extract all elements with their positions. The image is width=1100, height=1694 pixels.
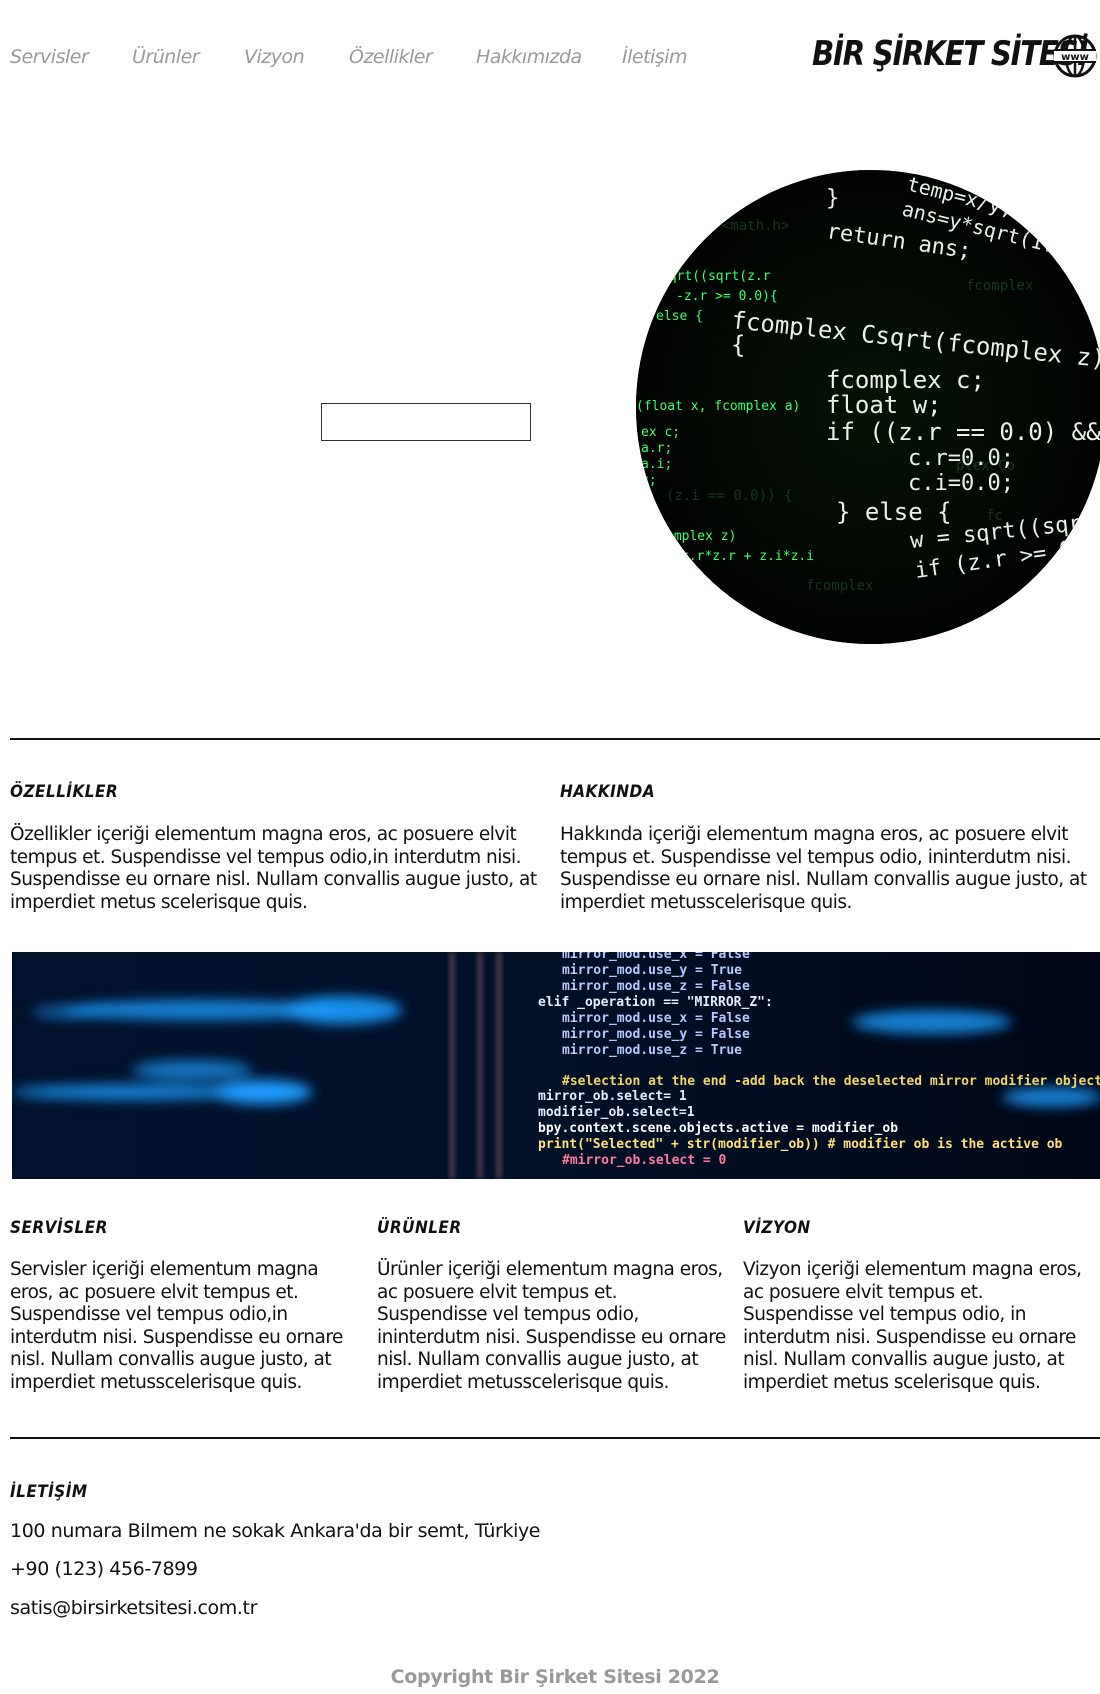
svg-text:c;: c; (641, 473, 657, 488)
svg-text:www: www (1061, 52, 1089, 63)
banner-code-line: mirror_mod.use_x = False (562, 1011, 750, 1026)
banner-code-line: bpy.context.scene.objects.active = modif… (538, 1121, 898, 1136)
hero-code-line: } else { (836, 498, 952, 526)
hero-code-line: if ((z.r == 0.0) && (z.i == 0.0)) { (826, 418, 1100, 446)
nav-link-servisler[interactable]: Servisler (10, 46, 89, 68)
svg-text:z.r*z.r + z.i*z.i: z.r*z.r + z.i*z.i (681, 549, 814, 564)
svg-text:sqrt((sqrt(z.r: sqrt((sqrt(z.r (661, 269, 771, 284)
svg-text:(float x, fcomplex a): (float x, fcomplex a) (636, 399, 800, 414)
iletisim-title: İLETİŞİM (10, 1482, 88, 1502)
nav-link-ozellikler[interactable]: Özellikler (349, 46, 433, 68)
contact-email[interactable]: satis@birsirketsitesi.com.tr (10, 1597, 257, 1619)
banner-code-line: #mirror_ob.select = 0 (562, 1153, 727, 1168)
ozellikler-text: Özellikler içeriği elementum magna eros,… (10, 824, 537, 913)
svg-text:(z.i == 0.0)) {: (z.i == 0.0)) { (666, 488, 792, 504)
hero-code-line: { (731, 331, 745, 359)
hero-code-line: } (826, 186, 839, 211)
svg-text:a.r;: a.r; (641, 441, 672, 456)
divider (10, 738, 1100, 740)
svg-text:omplex z): omplex z) (666, 529, 736, 544)
hero-code-line: c.i=0.0; (908, 471, 1014, 496)
brand-logo-text[interactable]: BİR ŞİRKET SİTESİ (812, 34, 1088, 74)
ozellikler-title: ÖZELLİKLER (10, 782, 119, 802)
code-banner-image: mirror_mod.use_x = False mirror_mod.use_… (12, 952, 1100, 1179)
nav-link-urunler[interactable]: Ürünler (132, 46, 200, 68)
banner-code-line: mirror_mod.use_x = False (562, 952, 750, 962)
svg-text:ex c;: ex c; (641, 425, 680, 440)
globe-www-icon: www (1053, 34, 1097, 78)
svg-text:a.i;: a.i; (641, 457, 672, 472)
banner-code-line: mirror_mod.use_z = True (562, 1043, 742, 1058)
banner-code-line: print("Selected" + str(modifier_ob)) # m… (538, 1137, 1063, 1152)
nav-link-iletisim[interactable]: İletişim (622, 46, 688, 68)
banner-code-line: elif _operation == "MIRROR_Z": (538, 995, 773, 1010)
banner-code-line: mirror_mod.use_y = False (562, 1027, 750, 1042)
vizyon-title: VİZYON (743, 1218, 811, 1238)
svg-text:-z.r >= 0.0){: -z.r >= 0.0){ (676, 289, 778, 304)
svg-text:fcomplex: fcomplex (966, 278, 1033, 294)
footer-copyright: Copyright Bir Şirket Sitesi 2022 (390, 1666, 720, 1688)
hero-code-line: c.r=0.0; (908, 446, 1014, 471)
hero-code-image: #include <math.h> fcomplex plex Co fc (z… (636, 170, 1100, 644)
svg-text:#include <math.h>: #include <math.h> (646, 218, 789, 234)
hero-input-box[interactable] (321, 403, 531, 441)
contact-phone[interactable]: +90 (123) 456-7899 (10, 1558, 198, 1580)
nav-link-hakkimizda[interactable]: Hakkımızda (476, 46, 582, 68)
hero-code-line: fcomplex c; (826, 366, 985, 394)
nav-link-vizyon[interactable]: Vizyon (244, 46, 305, 68)
banner-code-line: mirror_mod.use_z = False (562, 979, 750, 994)
banner-code-line: mirror_ob.select= 1 (538, 1089, 687, 1104)
hero-code-line: float w; (826, 391, 942, 419)
banner-code-line: modifier_ob.select=1 (538, 1105, 695, 1120)
contact-address: 100 numara Bilmem ne sokak Ankara'da bir… (10, 1520, 541, 1542)
urunler-text: Ürünler içeriği elementum magna eros, ac… (377, 1259, 726, 1393)
urunler-title: ÜRÜNLER (377, 1218, 462, 1238)
banner-code-line: #selection at the end -add back the dese… (562, 1074, 1100, 1089)
banner-code-line: mirror_mod.use_y = True (562, 963, 742, 978)
hakkinda-title: HAKKINDA (560, 782, 656, 802)
hakkinda-text: Hakkında içeriği elementum magna eros, a… (560, 824, 1087, 913)
svg-text:else {: else { (656, 309, 703, 324)
servisler-title: SERVİSLER (10, 1218, 108, 1238)
servisler-text: Servisler içeriği elementum magna eros, … (10, 1259, 343, 1393)
svg-text:fcomplex: fcomplex (806, 578, 873, 594)
divider (10, 1437, 1100, 1439)
vizyon-text: Vizyon içeriği elementum magna eros, ac … (743, 1259, 1082, 1393)
